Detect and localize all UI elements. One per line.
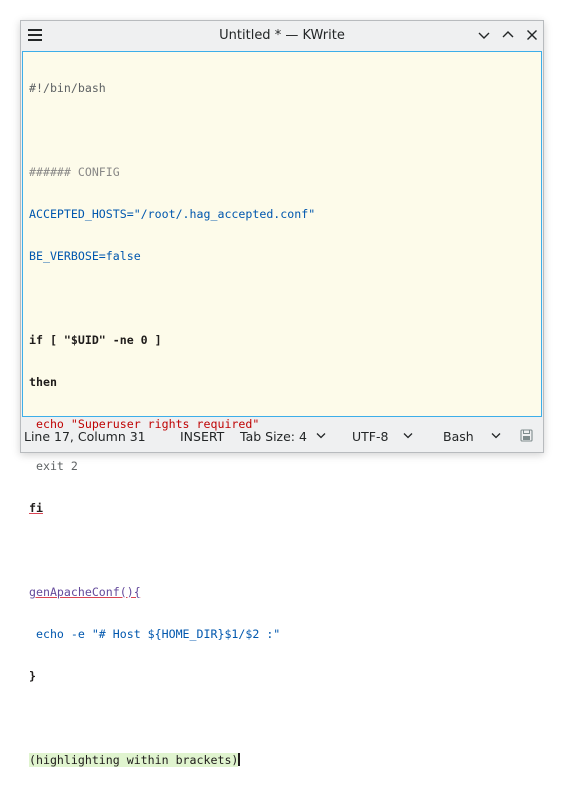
text-editor-area[interactable]: #!/bin/bash ###### CONFIG ACCEPTED_HOSTS… xyxy=(22,51,542,767)
text-cursor xyxy=(238,753,241,766)
code-line: } xyxy=(29,669,315,683)
encoding-selector[interactable]: UTF-8 xyxy=(352,429,388,444)
closing-brace: } xyxy=(29,669,36,683)
cursor-position[interactable]: Line 17, Column 31 xyxy=(24,429,146,444)
code-line: if [ "$UID" -ne 0 ] xyxy=(29,333,315,347)
code-line-text: BE_VERBOSE=false xyxy=(29,249,141,263)
comment: ###### CONFIG xyxy=(29,165,120,179)
chevron-down-icon[interactable] xyxy=(316,432,326,439)
minimize-icon[interactable] xyxy=(475,26,493,44)
shebang: #!/bin/bash xyxy=(29,81,106,95)
code-line: (highlighting within brackets) xyxy=(29,753,315,767)
keyword: fi xyxy=(29,501,43,515)
chevron-down-icon[interactable] xyxy=(403,432,413,439)
code-line: fi xyxy=(29,501,315,515)
code-line: ###### CONFIG xyxy=(29,165,315,179)
window-title: Untitled * — KWrite xyxy=(219,28,345,43)
bracket-highlight-text: (highlighting within brackets) xyxy=(29,753,239,767)
code-line: #!/bin/bash xyxy=(29,81,315,95)
code-line: exit 2 xyxy=(29,459,315,473)
function-name: genApacheConf(){ xyxy=(29,585,141,599)
syntax-mode-selector[interactable]: Bash xyxy=(443,429,474,444)
keyword: then xyxy=(29,375,57,389)
code-line-text: echo -e "# Host ${HOME_DIR}$1/$2 :" xyxy=(29,627,281,641)
tab-size-selector[interactable]: Tab Size: 4 xyxy=(240,429,307,444)
code-line: BE_VERBOSE=false xyxy=(29,249,315,263)
title-bar[interactable]: Untitled * — KWrite xyxy=(21,21,543,50)
code-line-text: if [ "$UID" -ne 0 ] xyxy=(29,333,162,347)
save-icon[interactable] xyxy=(520,429,533,442)
code-line: then xyxy=(29,375,315,389)
code-line-text: ACCEPTED_HOSTS="/root/.hag_accepted.conf… xyxy=(29,207,316,221)
close-icon[interactable] xyxy=(523,26,541,44)
status-bar: Line 17, Column 31 INSERT Tab Size: 4 UT… xyxy=(21,421,543,452)
input-mode[interactable]: INSERT xyxy=(180,429,224,444)
chevron-down-icon[interactable] xyxy=(491,432,501,439)
code-line: genApacheConf(){ xyxy=(29,585,315,599)
code-line-text: exit 2 xyxy=(29,459,78,473)
kwrite-window: Untitled * — KWrite #!/bin/bash ###### C… xyxy=(20,20,544,767)
code-line: ACCEPTED_HOSTS="/root/.hag_accepted.conf… xyxy=(29,207,315,221)
code-line: echo -e "# Host ${HOME_DIR}$1/$2 :" xyxy=(29,627,315,641)
maximize-icon[interactable] xyxy=(499,26,517,44)
